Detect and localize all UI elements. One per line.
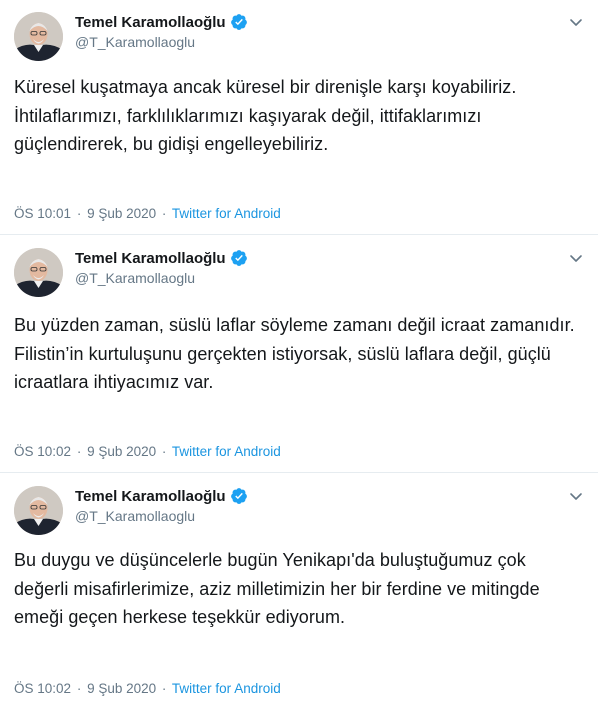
avatar[interactable] (14, 12, 63, 61)
meta-separator: · (161, 444, 167, 459)
tweet-text: Bu duygu ve düşüncelerle bugün Yenikapı'… (14, 550, 540, 627)
tweet-date[interactable]: 9 Şub 2020 (87, 681, 156, 696)
tweet-meta: ÖS 10:02 · 9 Şub 2020 · Twitter for Andr… (14, 444, 281, 459)
tweet[interactable]: Temel Karamollaoğlu @T_Karamollaoglu Bu … (0, 474, 598, 714)
tweet-meta: ÖS 10:01 · 9 Şub 2020 · Twitter for Andr… (14, 206, 281, 221)
avatar-image (14, 248, 63, 297)
tweet[interactable]: Temel Karamollaoğlu @T_Karamollaoglu Bu … (0, 236, 598, 473)
author-name[interactable]: Temel Karamollaoğlu (75, 14, 226, 31)
author-name-row[interactable]: Temel Karamollaoğlu (75, 249, 248, 267)
avatar-image (14, 486, 63, 535)
meta-separator: · (76, 444, 82, 459)
author-name[interactable]: Temel Karamollaoğlu (75, 488, 226, 505)
tweet-time[interactable]: ÖS 10:02 (14, 681, 71, 696)
tweet-source-link[interactable]: Twitter for Android (172, 444, 281, 459)
tweet-time[interactable]: ÖS 10:02 (14, 444, 71, 459)
author-handle[interactable]: @T_Karamollaoglu (75, 270, 195, 286)
chevron-down-icon[interactable] (568, 14, 584, 30)
verified-badge-icon (230, 487, 248, 505)
author-name[interactable]: Temel Karamollaoğlu (75, 250, 226, 267)
tweet-source-link[interactable]: Twitter for Android (172, 206, 281, 221)
meta-separator: · (76, 206, 82, 221)
tweet-text: Bu yüzden zaman, süslü laflar söyleme za… (14, 315, 575, 392)
meta-separator: · (161, 206, 167, 221)
meta-separator: · (76, 681, 82, 696)
tweet-text: Küresel kuşatmaya ancak küresel bir dire… (14, 77, 517, 154)
chevron-down-icon[interactable] (568, 488, 584, 504)
author-handle[interactable]: @T_Karamollaoglu (75, 508, 195, 524)
meta-separator: · (161, 681, 167, 696)
author-handle[interactable]: @T_Karamollaoglu (75, 34, 195, 50)
avatar[interactable] (14, 486, 63, 535)
chevron-down-icon[interactable] (568, 250, 584, 266)
tweet-date[interactable]: 9 Şub 2020 (87, 444, 156, 459)
tweet-meta: ÖS 10:02 · 9 Şub 2020 · Twitter for Andr… (14, 681, 281, 696)
avatar-image (14, 12, 63, 61)
verified-badge-icon (230, 249, 248, 267)
author-name-row[interactable]: Temel Karamollaoğlu (75, 487, 248, 505)
avatar[interactable] (14, 248, 63, 297)
tweet-source-link[interactable]: Twitter for Android (172, 681, 281, 696)
author-name-row[interactable]: Temel Karamollaoğlu (75, 13, 248, 31)
tweet-time[interactable]: ÖS 10:01 (14, 206, 71, 221)
tweet[interactable]: Temel Karamollaoğlu @T_Karamollaoglu Kür… (0, 0, 598, 235)
tweet-date[interactable]: 9 Şub 2020 (87, 206, 156, 221)
verified-badge-icon (230, 13, 248, 31)
